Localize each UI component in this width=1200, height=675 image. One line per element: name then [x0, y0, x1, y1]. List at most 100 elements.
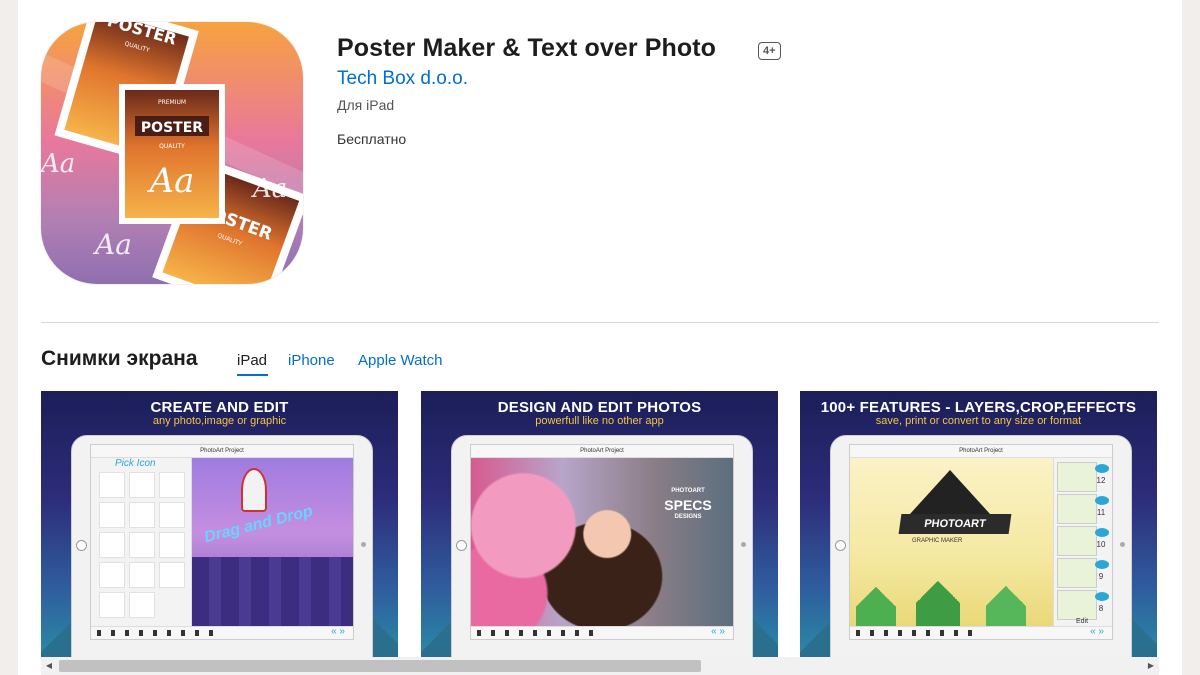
screen-title: PhotoArt Project	[471, 445, 733, 458]
city-skyline	[191, 557, 353, 627]
section-divider	[41, 322, 1159, 323]
app-icon: POSTER QUALITY POSTER QUALITY PREMIUM PO…	[41, 22, 303, 284]
price-label: Бесплатно	[337, 131, 407, 147]
scroll-left-icon[interactable]: ◀	[43, 659, 55, 673]
icon-tile	[129, 472, 155, 498]
layers-panel: 12 11 10 9 8 Edit	[1053, 458, 1112, 627]
icon-premium-text: PREMIUM	[158, 99, 186, 106]
home-button	[456, 540, 467, 551]
screenshot-subheading: any photo,image or graphic	[152, 415, 287, 427]
home-button	[835, 540, 846, 551]
scroll-right-icon[interactable]: ▶	[1145, 659, 1157, 673]
ipad-frame: PhotoArt Project PHOTOART GRAPHIC MAKER …	[830, 435, 1132, 657]
screen-title: PhotoArt Project	[91, 445, 353, 458]
icon-tile	[159, 472, 185, 498]
trees-illustration	[856, 557, 1052, 627]
icon-aa-text-main: Aa	[147, 161, 195, 201]
ipad-screen: PhotoArt Project Drag and Drop Pick Icon	[90, 444, 354, 640]
icon-tile	[99, 472, 125, 498]
rocket-icon	[241, 468, 267, 512]
age-rating-badge: 4+	[758, 42, 781, 60]
scrollbar-thumb[interactable]	[59, 660, 701, 672]
screenshot-heading: CREATE AND EDIT	[150, 399, 289, 416]
icon-tile	[129, 532, 155, 558]
layer-thumb	[1057, 526, 1097, 556]
eye-icon[interactable]	[1095, 496, 1109, 505]
screenshots-scrollbar[interactable]: ◀ ▶	[41, 657, 1159, 675]
eye-icon[interactable]	[1095, 464, 1109, 473]
toolbar-icons	[856, 630, 976, 636]
eye-icon[interactable]	[1095, 592, 1109, 601]
icon-tile	[159, 532, 185, 558]
icon-tile	[99, 502, 125, 528]
photoart-banner: PHOTOART	[898, 514, 1012, 534]
specs-logo-bottom: DESIGNS	[674, 513, 702, 520]
layer-number: 12	[1096, 476, 1106, 485]
developer-link[interactable]: Tech Box d.o.o.	[337, 68, 468, 90]
layer-thumb	[1057, 590, 1097, 620]
nav-arrows-icon: « »	[1090, 626, 1104, 637]
specs-logo-top: PHOTOART	[671, 488, 705, 494]
layer-number: 11	[1096, 508, 1106, 517]
icon-aa-text-left: Aa	[41, 149, 75, 179]
icon-tile	[99, 532, 125, 558]
screenshot-heading: 100+ FEATURES - LAYERS,CROP,EFFECTS	[820, 399, 1137, 416]
screen-toolbar: « »	[850, 626, 1112, 639]
icon-tile	[129, 592, 155, 618]
screenshots-title: Снимки экрана	[41, 347, 198, 370]
camera-dot	[741, 542, 746, 547]
pick-icon-caption: Pick Icon	[115, 458, 156, 469]
layer-thumb	[1057, 558, 1097, 588]
photo-canvas: PHOTOART SPECS DESIGNS	[471, 458, 733, 627]
icon-tile	[129, 502, 155, 528]
icon-poster-text-main: POSTER	[141, 120, 203, 136]
specs-logo: PHOTOART SPECS DESIGNS	[659, 488, 717, 522]
screen-toolbar: « »	[91, 626, 353, 639]
screenshot-subheading: powerfull like no other app	[535, 415, 664, 427]
editor-canvas: Drag and Drop Pick Icon	[91, 458, 353, 627]
icon-tile	[129, 562, 155, 588]
screen-toolbar: « »	[471, 626, 733, 639]
icon-tile	[99, 592, 125, 618]
layer-number: 9	[1098, 572, 1104, 581]
tab-ipad[interactable]: iPad	[237, 352, 267, 369]
home-button	[76, 540, 87, 551]
camera-dot	[1120, 542, 1125, 547]
icon-picker-panel: Pick Icon	[91, 458, 192, 627]
ipad-frame: PhotoArt Project PHOTOART SPECS DESIGNS …	[451, 435, 753, 657]
app-title: Poster Maker & Text over Photo	[337, 34, 717, 62]
ipad-screen: PhotoArt Project PHOTOART SPECS DESIGNS …	[470, 444, 734, 640]
icon-aa-text-bottom: Aa	[92, 228, 132, 261]
tab-ipad-underline	[237, 374, 268, 376]
screenshot-subheading: save, print or convert to any size or fo…	[875, 415, 1082, 427]
icon-aa-text-right: Aa	[251, 174, 287, 204]
platform-label: Для iPad	[337, 97, 395, 113]
nav-arrows-icon: « »	[331, 626, 345, 637]
eye-icon[interactable]	[1095, 528, 1109, 537]
screenshot-heading: DESIGN AND EDIT PHOTOS	[497, 399, 702, 416]
screenshot-2[interactable]: DESIGN AND EDIT PHOTOS powerfull like no…	[421, 391, 778, 657]
specs-logo-main: SPECS	[664, 496, 712, 513]
app-store-page: POSTER QUALITY POSTER QUALITY PREMIUM PO…	[18, 0, 1182, 675]
app-icon-art: POSTER QUALITY POSTER QUALITY PREMIUM PO…	[41, 22, 303, 284]
graphic-canvas: PHOTOART GRAPHIC MAKER 12 11 10 9 8 Edit	[850, 458, 1112, 627]
toolbar-icons	[477, 630, 597, 636]
toolbar-icons	[97, 630, 217, 636]
layer-number: 10	[1096, 540, 1106, 549]
layer-number: 8	[1098, 604, 1104, 613]
layer-thumb	[1057, 462, 1097, 492]
layer-thumb	[1057, 494, 1097, 524]
tab-apple-watch[interactable]: Apple Watch	[358, 352, 443, 369]
mountain-peak	[910, 470, 990, 514]
nav-arrows-icon: « »	[711, 626, 725, 637]
screenshot-3[interactable]: 100+ FEATURES - LAYERS,CROP,EFFECTS save…	[800, 391, 1157, 657]
camera-dot	[361, 542, 366, 547]
tab-iphone[interactable]: iPhone	[288, 352, 335, 369]
ipad-screen: PhotoArt Project PHOTOART GRAPHIC MAKER …	[849, 444, 1113, 640]
eye-icon[interactable]	[1095, 560, 1109, 569]
screenshot-1[interactable]: CREATE AND EDIT any photo,image or graph…	[41, 391, 398, 657]
banner-subtitle: GRAPHIC MAKER	[912, 538, 963, 544]
layers-edit-button[interactable]: Edit	[1076, 618, 1088, 625]
icon-tile	[159, 562, 185, 588]
icon-quality-text-main: QUALITY	[159, 143, 185, 150]
